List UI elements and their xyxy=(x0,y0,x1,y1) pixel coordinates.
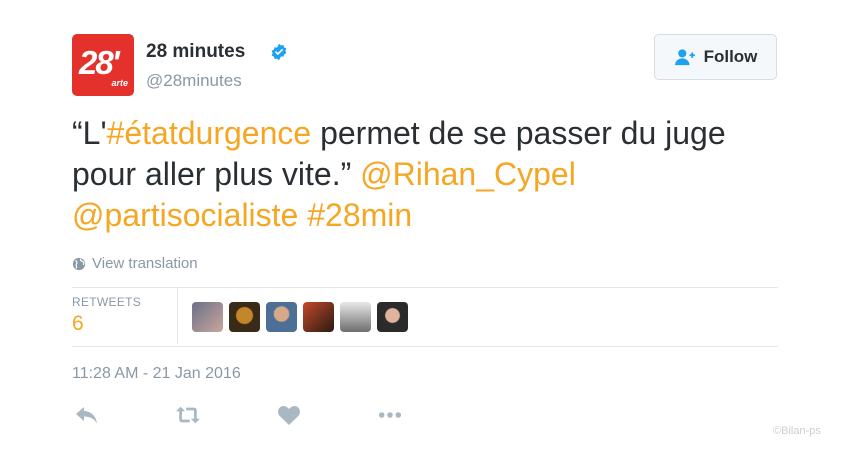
retweeter-avatar[interactable] xyxy=(266,302,297,332)
tweet-timestamp[interactable]: 11:28 AM - 21 Jan 2016 xyxy=(72,365,241,383)
hashtag-link[interactable]: #étatdurgence xyxy=(107,115,312,151)
follow-label: Follow xyxy=(703,47,758,66)
more-icon xyxy=(378,412,402,418)
reply-icon xyxy=(76,407,97,424)
retweeter-avatars xyxy=(192,302,408,332)
retweets-label: RETWEETS xyxy=(72,295,142,309)
tweet-text-segment: “L' xyxy=(72,115,107,151)
like-button[interactable] xyxy=(274,402,304,428)
mention-link[interactable]: @Rihan_Cypel xyxy=(360,156,576,192)
account-name[interactable]: 28 minutes xyxy=(146,41,245,63)
view-translation-link[interactable]: View translation xyxy=(72,255,198,272)
hashtag-link[interactable]: #28min xyxy=(307,197,412,233)
account-avatar[interactable]: 28' arte xyxy=(72,34,134,96)
retweets-count[interactable]: 6 xyxy=(72,312,84,336)
tweet-text: “L'#étatdurgence permet de se passer du … xyxy=(72,113,782,236)
avatar-logo-subtext: arte xyxy=(111,78,128,88)
tweet-actions xyxy=(72,402,476,428)
globe-icon xyxy=(72,257,86,270)
view-translation-label: View translation xyxy=(92,255,198,272)
mention-link[interactable]: @partisocialiste xyxy=(72,197,298,233)
retweeter-avatar[interactable] xyxy=(229,302,260,332)
retweet-button[interactable] xyxy=(173,402,203,428)
retweet-icon xyxy=(176,406,200,424)
add-user-icon xyxy=(674,49,695,66)
retweeter-avatar[interactable] xyxy=(340,302,371,332)
retweeter-avatar[interactable] xyxy=(192,302,223,332)
account-handle[interactable]: @28minutes xyxy=(146,71,242,91)
verified-badge-icon xyxy=(271,43,287,61)
tweet-text-segment xyxy=(298,197,307,233)
avatar-logo-text: 28' xyxy=(79,44,120,81)
reply-button[interactable] xyxy=(72,402,102,428)
divider xyxy=(72,346,778,347)
divider xyxy=(177,288,178,344)
watermark: ©Bilan-ps xyxy=(773,425,821,437)
like-icon xyxy=(278,405,300,425)
more-button[interactable] xyxy=(375,402,405,428)
retweeter-avatar[interactable] xyxy=(377,302,408,332)
retweeter-avatar[interactable] xyxy=(303,302,334,332)
follow-button[interactable]: Follow xyxy=(654,34,777,80)
